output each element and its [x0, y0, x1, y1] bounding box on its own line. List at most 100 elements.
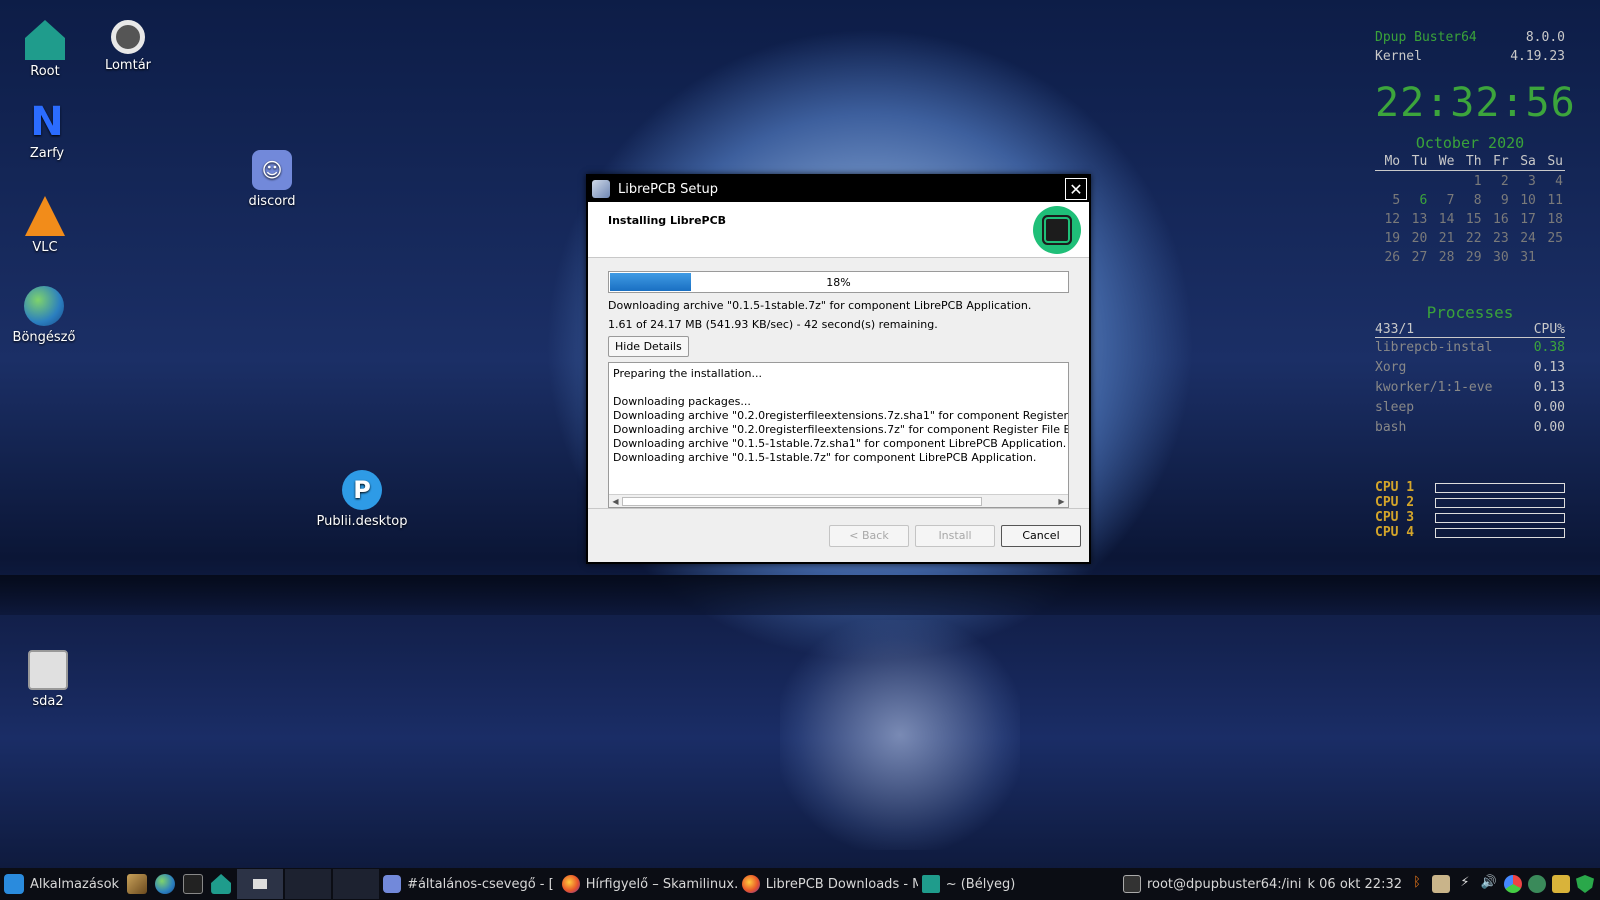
calendar-day: 23 [1493, 231, 1509, 246]
conky-kernel-value: 4.19.23 [1510, 49, 1565, 64]
bluetooth-icon[interactable]: ᛒ [1408, 875, 1426, 893]
color-picker-icon[interactable] [1504, 875, 1522, 893]
desktop-icon-drive[interactable]: sda2 [3, 650, 93, 709]
cpu-bar [1435, 497, 1565, 508]
launcher-home-icon[interactable] [211, 874, 232, 894]
calendar-day: 7 [1446, 193, 1455, 208]
calendar-day: 1 [1473, 174, 1482, 189]
log-gap [613, 381, 1064, 395]
globe-icon [24, 286, 64, 326]
log-line: Preparing the installation... [613, 367, 763, 380]
hide-details-button[interactable]: Hide Details [608, 336, 689, 357]
wallpaper-horizon [0, 575, 1600, 615]
process-name: Xorg [1375, 360, 1407, 375]
desktop-icon-discord[interactable]: ☺ discord [227, 150, 317, 209]
calendar-blank [1402, 174, 1429, 189]
back-button[interactable]: < Back [829, 524, 909, 547]
active-window-title: root@dpupbuster64:/ini [1146, 876, 1302, 892]
workspace-3[interactable] [333, 869, 380, 899]
calendar-day: 25 [1547, 231, 1563, 246]
task-file-manager[interactable]: ~ (Bélyeg) [918, 875, 1020, 893]
cpu-row: CPU 4 [1375, 525, 1565, 540]
process-row: librepcb-instal 0.38 [1375, 340, 1565, 360]
process-count: 433/1 [1375, 322, 1415, 337]
dialog-title: LibrePCB Setup [618, 181, 718, 197]
workspace-1[interactable] [237, 869, 284, 899]
task-discord[interactable]: #általános-csevegő - [ [379, 875, 558, 893]
volume-icon[interactable]: 🔊 [1480, 875, 1498, 893]
conky-panel: Dpup Buster64 8.0.0 Kernel 4.19.23 22:32… [1375, 30, 1575, 540]
dialog-footer: < Back Install Cancel [588, 508, 1089, 562]
calendar-title: October 2020 [1415, 134, 1525, 152]
process-name: librepcb-instal [1375, 340, 1493, 355]
task-firefox-librepcb[interactable]: LibrePCB Downloads - M [738, 875, 918, 893]
launcher-browser-icon[interactable] [155, 874, 176, 894]
desktop-icon-publii[interactable]: P Publii.desktop [312, 470, 412, 529]
calendar-day: 30 [1493, 250, 1509, 265]
desktop-icon-zarfy[interactable]: N Zarfy [2, 99, 92, 161]
calendar-day: 26 [1384, 250, 1401, 265]
scroll-right-icon[interactable]: ▶ [1055, 497, 1068, 506]
calendar-day: 22 [1465, 231, 1482, 246]
calendar-weekdays: Mo Tu We Th Fr Sa Su [1375, 154, 1565, 171]
desktop-icon-label: discord [248, 194, 296, 209]
desktop-icon-label: Böngésző [12, 330, 76, 345]
desktop-icon-browser[interactable]: Böngésző [0, 286, 89, 345]
clock-datetime[interactable]: k 06 okt 22:32 [1307, 877, 1402, 892]
task-label: LibrePCB Downloads - M [765, 876, 918, 892]
discord-icon: ☺ [252, 150, 292, 190]
launcher-terminal-icon[interactable] [183, 874, 204, 894]
cpu-label: CPU 4 [1375, 525, 1415, 540]
process-cpu: 0.00 [1533, 400, 1565, 415]
applications-menu-button[interactable]: Alkalmazások [0, 874, 123, 894]
calendar-day: 31 [1520, 250, 1536, 265]
calendar-day: 29 [1465, 250, 1482, 265]
desktop-icon-trash[interactable]: Lomtár [83, 20, 173, 73]
desktop-icon-root[interactable]: Root [0, 20, 90, 79]
task-firefox-news[interactable]: Hírfigyelő – Skamilinux.h [558, 875, 738, 893]
dialog-titlebar[interactable]: LibrePCB Setup ✕ [588, 176, 1089, 202]
close-button[interactable]: ✕ [1065, 178, 1087, 200]
scrollbar-thumb[interactable] [622, 496, 982, 506]
log-lines: Preparing the installation... Downloadin… [609, 363, 1068, 469]
shield-icon[interactable] [1576, 875, 1594, 893]
cpu-row: CPU 2 [1375, 495, 1565, 510]
conky-distro-label: Dpup Buster64 [1375, 30, 1477, 45]
task-label: Hírfigyelő – Skamilinux.h [585, 876, 738, 892]
install-button[interactable]: Install [915, 524, 995, 547]
desktop-icon-label: Root [30, 64, 60, 79]
scroll-left-icon[interactable]: ◀ [609, 497, 622, 506]
dialog-heading: Installing LibrePCB [608, 214, 727, 227]
conky-distro-value: 8.0.0 [1525, 30, 1565, 45]
launcher-tool-icon[interactable] [127, 874, 148, 894]
chip-icon [1046, 219, 1068, 241]
clipboard-icon[interactable] [1432, 875, 1450, 893]
process-cpu: 0.38 [1533, 340, 1565, 355]
log-line: Downloading archive "0.2.0registerfileex… [613, 409, 1069, 422]
cpu-row: CPU 3 [1375, 510, 1565, 525]
calendar-blank [1375, 174, 1402, 189]
details-log[interactable]: Preparing the installation... Downloadin… [608, 362, 1069, 508]
storage-icon[interactable] [1552, 875, 1570, 893]
monitor-icon[interactable] [1122, 875, 1141, 893]
power-icon[interactable]: ⚡ [1456, 875, 1474, 893]
zarfy-icon: N [30, 99, 64, 145]
rate-line: 1.61 of 24.17 MB (541.93 KB/sec) - 42 se… [608, 318, 938, 331]
close-icon: ✕ [1069, 179, 1083, 199]
status-line: Downloading archive "0.1.5-1stable.7z" f… [608, 299, 1032, 312]
cpu-bars: CPU 1 CPU 2 CPU 3 CPU 4 [1375, 480, 1565, 540]
network-icon[interactable] [1528, 875, 1546, 893]
desktop-icon-vlc[interactable]: VLC [0, 196, 90, 255]
vlc-cone-icon [25, 196, 65, 236]
horizontal-scrollbar[interactable]: ◀ ▶ [609, 494, 1068, 507]
log-line: Downloading archive "0.2.0registerfileex… [613, 423, 1068, 436]
calendar-day: 20 [1411, 231, 1428, 246]
calendar-day: 5 [1392, 193, 1401, 208]
cancel-button[interactable]: Cancel [1001, 524, 1081, 547]
processes-header: 433/1 CPU% [1375, 322, 1565, 338]
workspace-2[interactable] [285, 869, 332, 899]
window-icon [253, 879, 268, 889]
conky-kernel-label: Kernel [1375, 49, 1422, 64]
task-label: #általános-csevegő - [ [407, 876, 554, 892]
process-cpu: 0.00 [1533, 420, 1565, 435]
